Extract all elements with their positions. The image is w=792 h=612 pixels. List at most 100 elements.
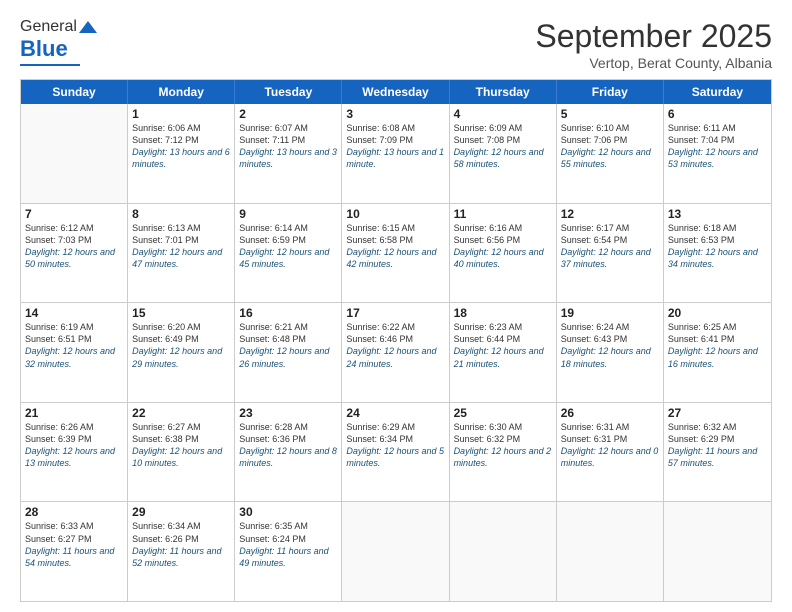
- header-wednesday: Wednesday: [342, 80, 449, 104]
- daylight-text: Daylight: 12 hours and 2 minutes.: [454, 445, 552, 469]
- sunset-text: Sunset: 6:27 PM: [25, 533, 123, 545]
- calendar-cell: 11Sunrise: 6:16 AMSunset: 6:56 PMDayligh…: [450, 204, 557, 303]
- calendar-cell: 20Sunrise: 6:25 AMSunset: 6:41 PMDayligh…: [664, 303, 771, 402]
- calendar-cell: 23Sunrise: 6:28 AMSunset: 6:36 PMDayligh…: [235, 403, 342, 502]
- day-number: 2: [239, 107, 337, 121]
- daylight-text: Daylight: 12 hours and 16 minutes.: [668, 345, 767, 369]
- calendar-week-2: 7Sunrise: 6:12 AMSunset: 7:03 PMDaylight…: [21, 204, 771, 304]
- calendar-cell: 15Sunrise: 6:20 AMSunset: 6:49 PMDayligh…: [128, 303, 235, 402]
- calendar-cell: 22Sunrise: 6:27 AMSunset: 6:38 PMDayligh…: [128, 403, 235, 502]
- calendar-cell: 2Sunrise: 6:07 AMSunset: 7:11 PMDaylight…: [235, 104, 342, 203]
- sunrise-text: Sunrise: 6:18 AM: [668, 222, 767, 234]
- sunset-text: Sunset: 7:09 PM: [346, 134, 444, 146]
- daylight-text: Daylight: 13 hours and 1 minute.: [346, 146, 444, 170]
- calendar-cell: 29Sunrise: 6:34 AMSunset: 6:26 PMDayligh…: [128, 502, 235, 601]
- calendar-cell: 19Sunrise: 6:24 AMSunset: 6:43 PMDayligh…: [557, 303, 664, 402]
- sunrise-text: Sunrise: 6:13 AM: [132, 222, 230, 234]
- daylight-text: Daylight: 12 hours and 40 minutes.: [454, 246, 552, 270]
- calendar-header: Sunday Monday Tuesday Wednesday Thursday…: [21, 80, 771, 104]
- daylight-text: Daylight: 12 hours and 21 minutes.: [454, 345, 552, 369]
- header-monday: Monday: [128, 80, 235, 104]
- day-number: 16: [239, 306, 337, 320]
- sunrise-text: Sunrise: 6:07 AM: [239, 122, 337, 134]
- sunrise-text: Sunrise: 6:10 AM: [561, 122, 659, 134]
- logo: General Blue: [20, 18, 97, 66]
- calendar-cell: 28Sunrise: 6:33 AMSunset: 6:27 PMDayligh…: [21, 502, 128, 601]
- calendar-cell: 27Sunrise: 6:32 AMSunset: 6:29 PMDayligh…: [664, 403, 771, 502]
- daylight-text: Daylight: 12 hours and 50 minutes.: [25, 246, 123, 270]
- daylight-text: Daylight: 12 hours and 24 minutes.: [346, 345, 444, 369]
- calendar-cell: 18Sunrise: 6:23 AMSunset: 6:44 PMDayligh…: [450, 303, 557, 402]
- calendar-cell: 3Sunrise: 6:08 AMSunset: 7:09 PMDaylight…: [342, 104, 449, 203]
- day-number: 3: [346, 107, 444, 121]
- day-number: 6: [668, 107, 767, 121]
- day-number: 10: [346, 207, 444, 221]
- calendar-cell: 9Sunrise: 6:14 AMSunset: 6:59 PMDaylight…: [235, 204, 342, 303]
- daylight-text: Daylight: 12 hours and 32 minutes.: [25, 345, 123, 369]
- calendar-cell: [21, 104, 128, 203]
- sunrise-text: Sunrise: 6:09 AM: [454, 122, 552, 134]
- calendar-cell: 14Sunrise: 6:19 AMSunset: 6:51 PMDayligh…: [21, 303, 128, 402]
- sunset-text: Sunset: 6:39 PM: [25, 433, 123, 445]
- title-block: September 2025 Vertop, Berat County, Alb…: [535, 18, 772, 71]
- calendar-cell: [664, 502, 771, 601]
- sunrise-text: Sunrise: 6:25 AM: [668, 321, 767, 333]
- daylight-text: Daylight: 12 hours and 42 minutes.: [346, 246, 444, 270]
- calendar: Sunday Monday Tuesday Wednesday Thursday…: [20, 79, 772, 602]
- day-number: 19: [561, 306, 659, 320]
- page: General Blue September 2025 Vertop, Bera…: [0, 0, 792, 612]
- logo-underline: [20, 64, 80, 66]
- sunset-text: Sunset: 7:01 PM: [132, 234, 230, 246]
- calendar-cell: 4Sunrise: 6:09 AMSunset: 7:08 PMDaylight…: [450, 104, 557, 203]
- calendar-cell: 6Sunrise: 6:11 AMSunset: 7:04 PMDaylight…: [664, 104, 771, 203]
- sunset-text: Sunset: 6:54 PM: [561, 234, 659, 246]
- daylight-text: Daylight: 12 hours and 45 minutes.: [239, 246, 337, 270]
- sunrise-text: Sunrise: 6:34 AM: [132, 520, 230, 532]
- sunrise-text: Sunrise: 6:19 AM: [25, 321, 123, 333]
- location: Vertop, Berat County, Albania: [535, 55, 772, 71]
- sunset-text: Sunset: 6:46 PM: [346, 333, 444, 345]
- day-number: 22: [132, 406, 230, 420]
- calendar-cell: 26Sunrise: 6:31 AMSunset: 6:31 PMDayligh…: [557, 403, 664, 502]
- sunset-text: Sunset: 6:59 PM: [239, 234, 337, 246]
- sunset-text: Sunset: 6:34 PM: [346, 433, 444, 445]
- calendar-cell: 25Sunrise: 6:30 AMSunset: 6:32 PMDayligh…: [450, 403, 557, 502]
- sunset-text: Sunset: 7:03 PM: [25, 234, 123, 246]
- calendar-cell: 8Sunrise: 6:13 AMSunset: 7:01 PMDaylight…: [128, 204, 235, 303]
- header-tuesday: Tuesday: [235, 80, 342, 104]
- sunrise-text: Sunrise: 6:22 AM: [346, 321, 444, 333]
- day-number: 18: [454, 306, 552, 320]
- daylight-text: Daylight: 11 hours and 52 minutes.: [132, 545, 230, 569]
- sunset-text: Sunset: 6:58 PM: [346, 234, 444, 246]
- day-number: 26: [561, 406, 659, 420]
- daylight-text: Daylight: 12 hours and 29 minutes.: [132, 345, 230, 369]
- sunrise-text: Sunrise: 6:11 AM: [668, 122, 767, 134]
- sunset-text: Sunset: 6:43 PM: [561, 333, 659, 345]
- daylight-text: Daylight: 12 hours and 53 minutes.: [668, 146, 767, 170]
- calendar-cell: 30Sunrise: 6:35 AMSunset: 6:24 PMDayligh…: [235, 502, 342, 601]
- daylight-text: Daylight: 12 hours and 58 minutes.: [454, 146, 552, 170]
- sunrise-text: Sunrise: 6:17 AM: [561, 222, 659, 234]
- header-sunday: Sunday: [21, 80, 128, 104]
- sunrise-text: Sunrise: 6:26 AM: [25, 421, 123, 433]
- sunset-text: Sunset: 6:51 PM: [25, 333, 123, 345]
- daylight-text: Daylight: 12 hours and 13 minutes.: [25, 445, 123, 469]
- sunset-text: Sunset: 7:08 PM: [454, 134, 552, 146]
- daylight-text: Daylight: 12 hours and 8 minutes.: [239, 445, 337, 469]
- day-number: 15: [132, 306, 230, 320]
- sunset-text: Sunset: 6:24 PM: [239, 533, 337, 545]
- day-number: 25: [454, 406, 552, 420]
- sunset-text: Sunset: 6:56 PM: [454, 234, 552, 246]
- sunrise-text: Sunrise: 6:21 AM: [239, 321, 337, 333]
- daylight-text: Daylight: 12 hours and 26 minutes.: [239, 345, 337, 369]
- header-thursday: Thursday: [450, 80, 557, 104]
- calendar-cell: 7Sunrise: 6:12 AMSunset: 7:03 PMDaylight…: [21, 204, 128, 303]
- day-number: 24: [346, 406, 444, 420]
- sunset-text: Sunset: 6:41 PM: [668, 333, 767, 345]
- day-number: 5: [561, 107, 659, 121]
- calendar-cell: 21Sunrise: 6:26 AMSunset: 6:39 PMDayligh…: [21, 403, 128, 502]
- sunset-text: Sunset: 7:11 PM: [239, 134, 337, 146]
- day-number: 23: [239, 406, 337, 420]
- sunrise-text: Sunrise: 6:32 AM: [668, 421, 767, 433]
- calendar-cell: 12Sunrise: 6:17 AMSunset: 6:54 PMDayligh…: [557, 204, 664, 303]
